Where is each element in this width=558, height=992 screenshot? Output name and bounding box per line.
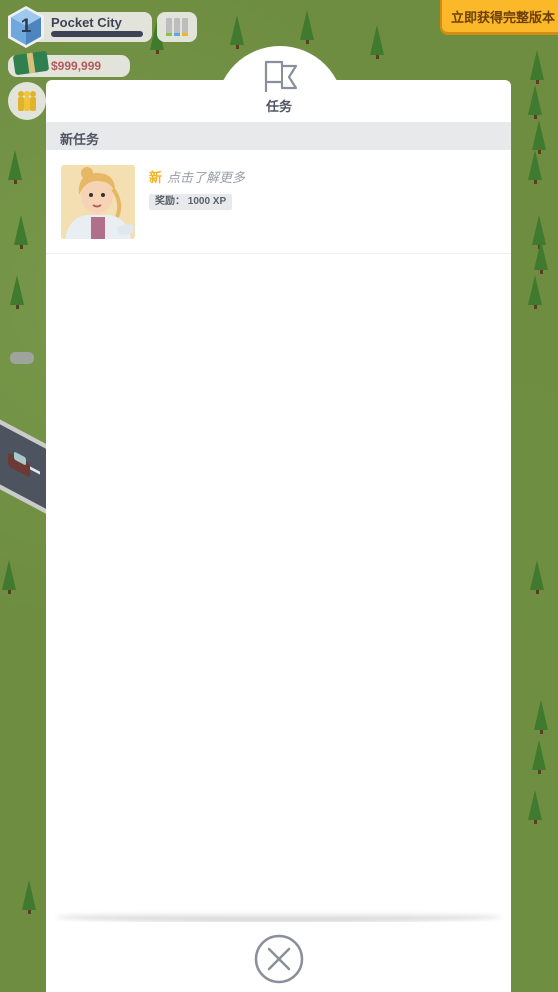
level-number: 1 [20, 16, 32, 37]
map-tree [300, 10, 314, 44]
population-button[interactable] [8, 82, 46, 120]
quest-giver-avatar [61, 165, 135, 239]
xp-progress-bar [51, 31, 143, 37]
map-tree [532, 740, 546, 774]
level-badge[interactable]: 1 [5, 4, 47, 50]
map-tree [370, 25, 384, 59]
map-tree [528, 85, 542, 119]
tab-label: 任务 [265, 99, 292, 114]
map-tree [528, 150, 542, 184]
cash-icon [12, 50, 50, 76]
map-tree [22, 880, 36, 914]
city-name: Pocket City [51, 15, 122, 30]
stat-bar [166, 18, 172, 36]
scientist-portrait-icon [61, 165, 135, 239]
footer-shadow [56, 912, 501, 922]
map-tree [14, 215, 28, 249]
section-header-new-quests: 新任务 [46, 122, 511, 150]
stat-bar [182, 18, 188, 36]
map-tree [2, 560, 16, 594]
map-rock [10, 352, 34, 364]
flag-icon [264, 60, 298, 92]
close-circle-icon[interactable] [253, 933, 305, 985]
stats-button[interactable] [157, 12, 197, 42]
new-badge: 新 [149, 170, 163, 185]
road-dash [30, 466, 40, 475]
map-tree [530, 50, 544, 84]
map-tree [8, 150, 22, 184]
map-tree [530, 560, 544, 594]
map-tree [528, 275, 542, 309]
stat-bar [174, 18, 180, 36]
section-title: 新任务 [60, 132, 100, 147]
map-tree [532, 120, 546, 154]
map-tree [534, 240, 548, 274]
population-icon [18, 91, 36, 111]
money-amount: $999,999 [51, 59, 102, 73]
map-tree [10, 275, 24, 309]
map-tree [230, 15, 244, 49]
map-tree [528, 790, 542, 824]
get-full-version-button[interactable]: 立即获得完整版本 [440, 0, 558, 35]
money-display[interactable]: $999,999 [8, 50, 130, 77]
promo-label: 立即获得完整版本 [451, 10, 556, 25]
quest-title: 点击了解更多 [167, 170, 246, 185]
map-tree [534, 700, 548, 734]
quest-item[interactable]: 新 点击了解更多 奖励： 1000 XP [46, 150, 511, 254]
quest-reward: 奖励： 1000 XP [149, 194, 233, 210]
